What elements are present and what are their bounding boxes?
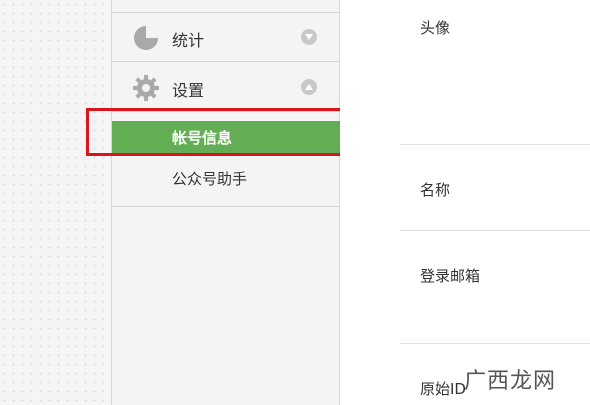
chevron-down-icon[interactable] [301, 29, 317, 45]
field-label-name: 名称 [420, 181, 451, 199]
divider [400, 144, 590, 145]
watermark: 广西龙网 [464, 369, 557, 394]
submenu-item-account-info[interactable]: 帐号信息 [112, 121, 341, 155]
pie-chart-icon [132, 24, 160, 52]
sidebar-item-stats[interactable]: 统计 [112, 12, 339, 62]
divider [112, 206, 339, 207]
field-label-avatar: 头像 [420, 19, 451, 37]
sidebar-item-settings[interactable]: 设置 [112, 62, 339, 112]
divider [400, 343, 590, 344]
sidebar-item-label: 设置 [172, 81, 205, 100]
chevron-up-icon[interactable] [301, 79, 317, 95]
submenu-item-assistant[interactable]: 公众号助手 [112, 162, 341, 196]
gear-icon [132, 74, 160, 102]
field-label-email: 登录邮箱 [420, 267, 481, 285]
field-label-original-id: 原始ID [420, 380, 466, 398]
sidebar: 统计 设置 帐号信息 公众号助手 [111, 0, 341, 405]
divider [400, 230, 590, 231]
account-info-panel: 头像 名称 登录邮箱 原始ID [340, 0, 590, 405]
sidebar-item-label: 统计 [172, 31, 205, 50]
